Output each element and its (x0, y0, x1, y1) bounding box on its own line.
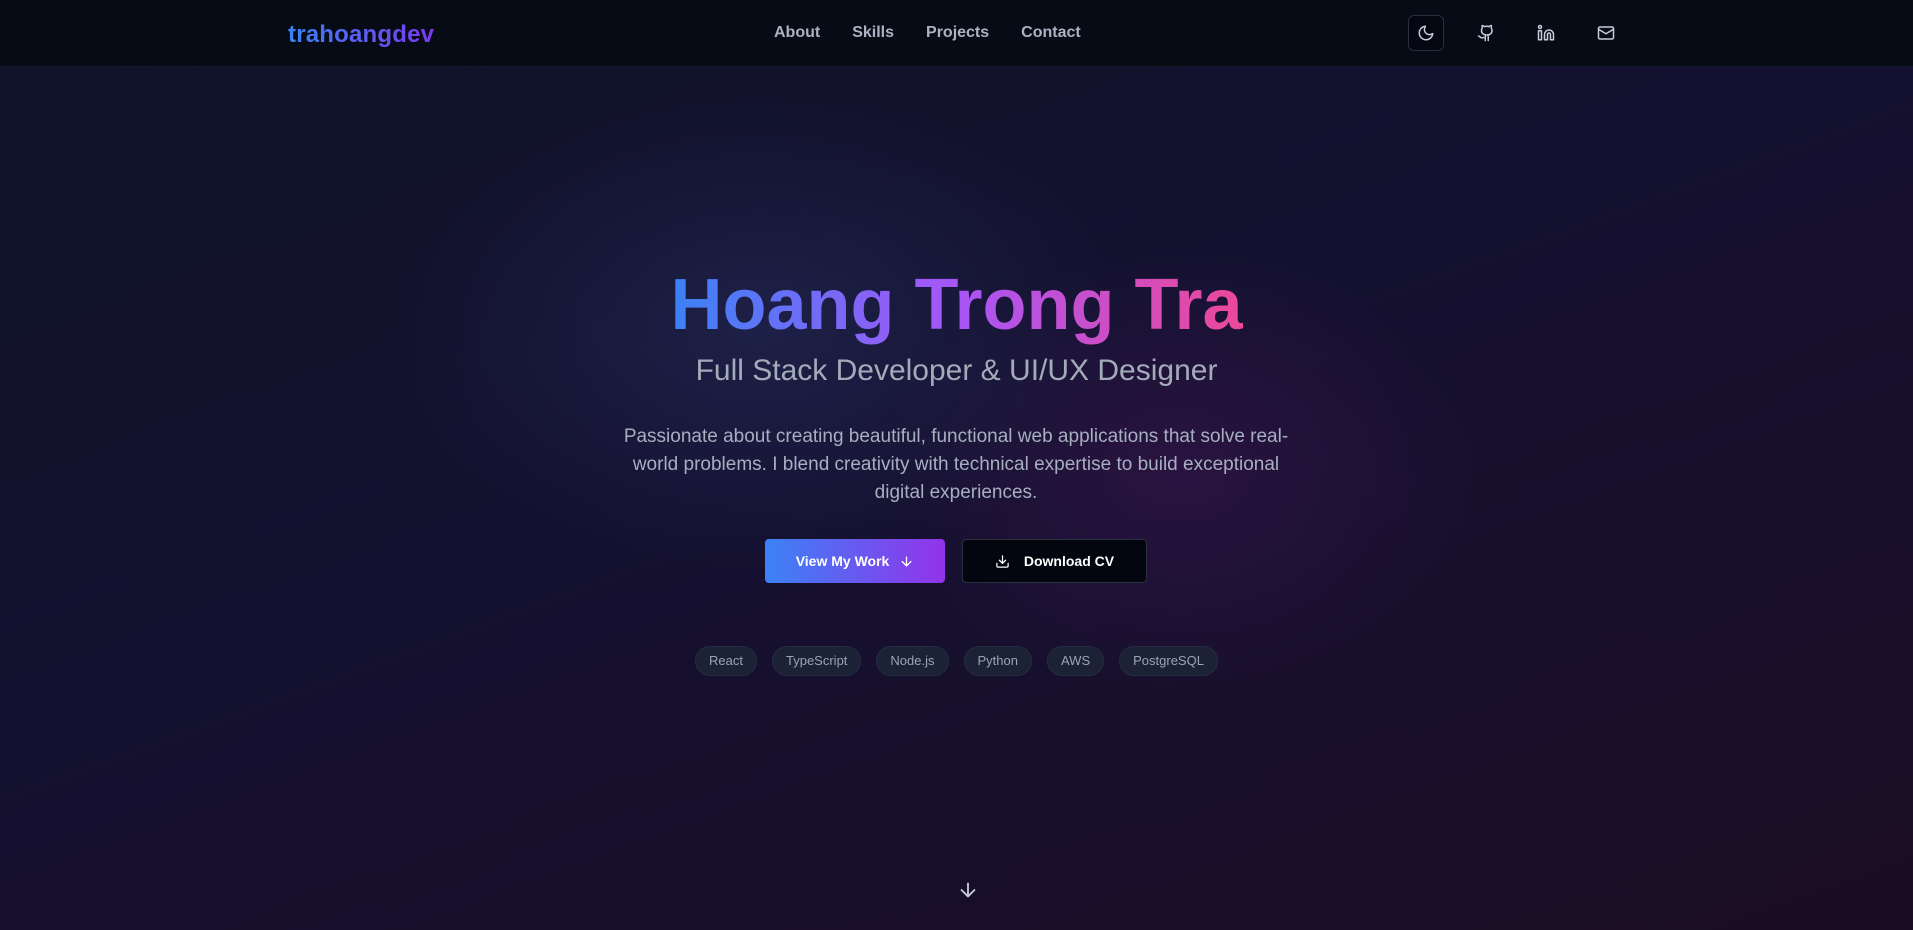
hero-subtitle: Full Stack Developer & UI/UX Designer (695, 354, 1218, 387)
download-icon (996, 554, 1009, 568)
hero-description: Passionate about creating beautiful, fun… (623, 426, 1289, 503)
nav-about[interactable]: About (774, 22, 820, 44)
scroll-down-button[interactable] (957, 879, 979, 901)
view-my-work-label: View My Work (795, 553, 890, 569)
mail-icon (1597, 26, 1615, 40)
tag-react: React (695, 646, 757, 676)
hero-title: Hoang Trong Tra (0, 262, 1913, 348)
nav-projects[interactable]: Projects (926, 22, 989, 44)
email-link[interactable] (1588, 15, 1624, 51)
hero-title-text: Hoang Trong Tra (670, 265, 1243, 345)
arrow-down-icon (901, 556, 912, 566)
theme-toggle-button[interactable] (1408, 15, 1444, 51)
linkedin-link[interactable] (1528, 15, 1564, 51)
linkedin-icon (1537, 24, 1555, 41)
github-link[interactable] (1468, 15, 1504, 51)
hero-section: Hoang Trong Tra Full Stack Developer & U… (0, 67, 1913, 930)
nav-contact[interactable]: Contact (1021, 22, 1081, 44)
tag-nodejs: Node.js (876, 646, 949, 676)
moon-icon (1418, 25, 1434, 41)
tag-typescript: TypeScript (772, 646, 862, 676)
arrow-down-icon (960, 882, 976, 898)
main-nav: About Skills Projects Contact (774, 22, 1081, 44)
tag-postgresql: PostgreSQL (1119, 646, 1218, 676)
tag-python: Python (963, 646, 1032, 676)
cta-buttons: View My Work Download CV (765, 539, 1147, 583)
github-icon (1477, 24, 1493, 42)
view-my-work-button[interactable]: View My Work (765, 539, 945, 583)
site-logo[interactable]: trahoangdev (288, 20, 434, 50)
download-cv-label: Download CV (1023, 553, 1115, 569)
top-navbar: trahoangdev About Skills Projects Contac… (0, 0, 1913, 67)
tech-tags: React TypeScript Node.js Python AWS Post… (0, 646, 1913, 676)
download-cv-button[interactable]: Download CV (962, 539, 1147, 583)
tag-aws: AWS (1046, 646, 1105, 676)
header-actions (1408, 15, 1624, 51)
nav-skills[interactable]: Skills (852, 22, 894, 44)
